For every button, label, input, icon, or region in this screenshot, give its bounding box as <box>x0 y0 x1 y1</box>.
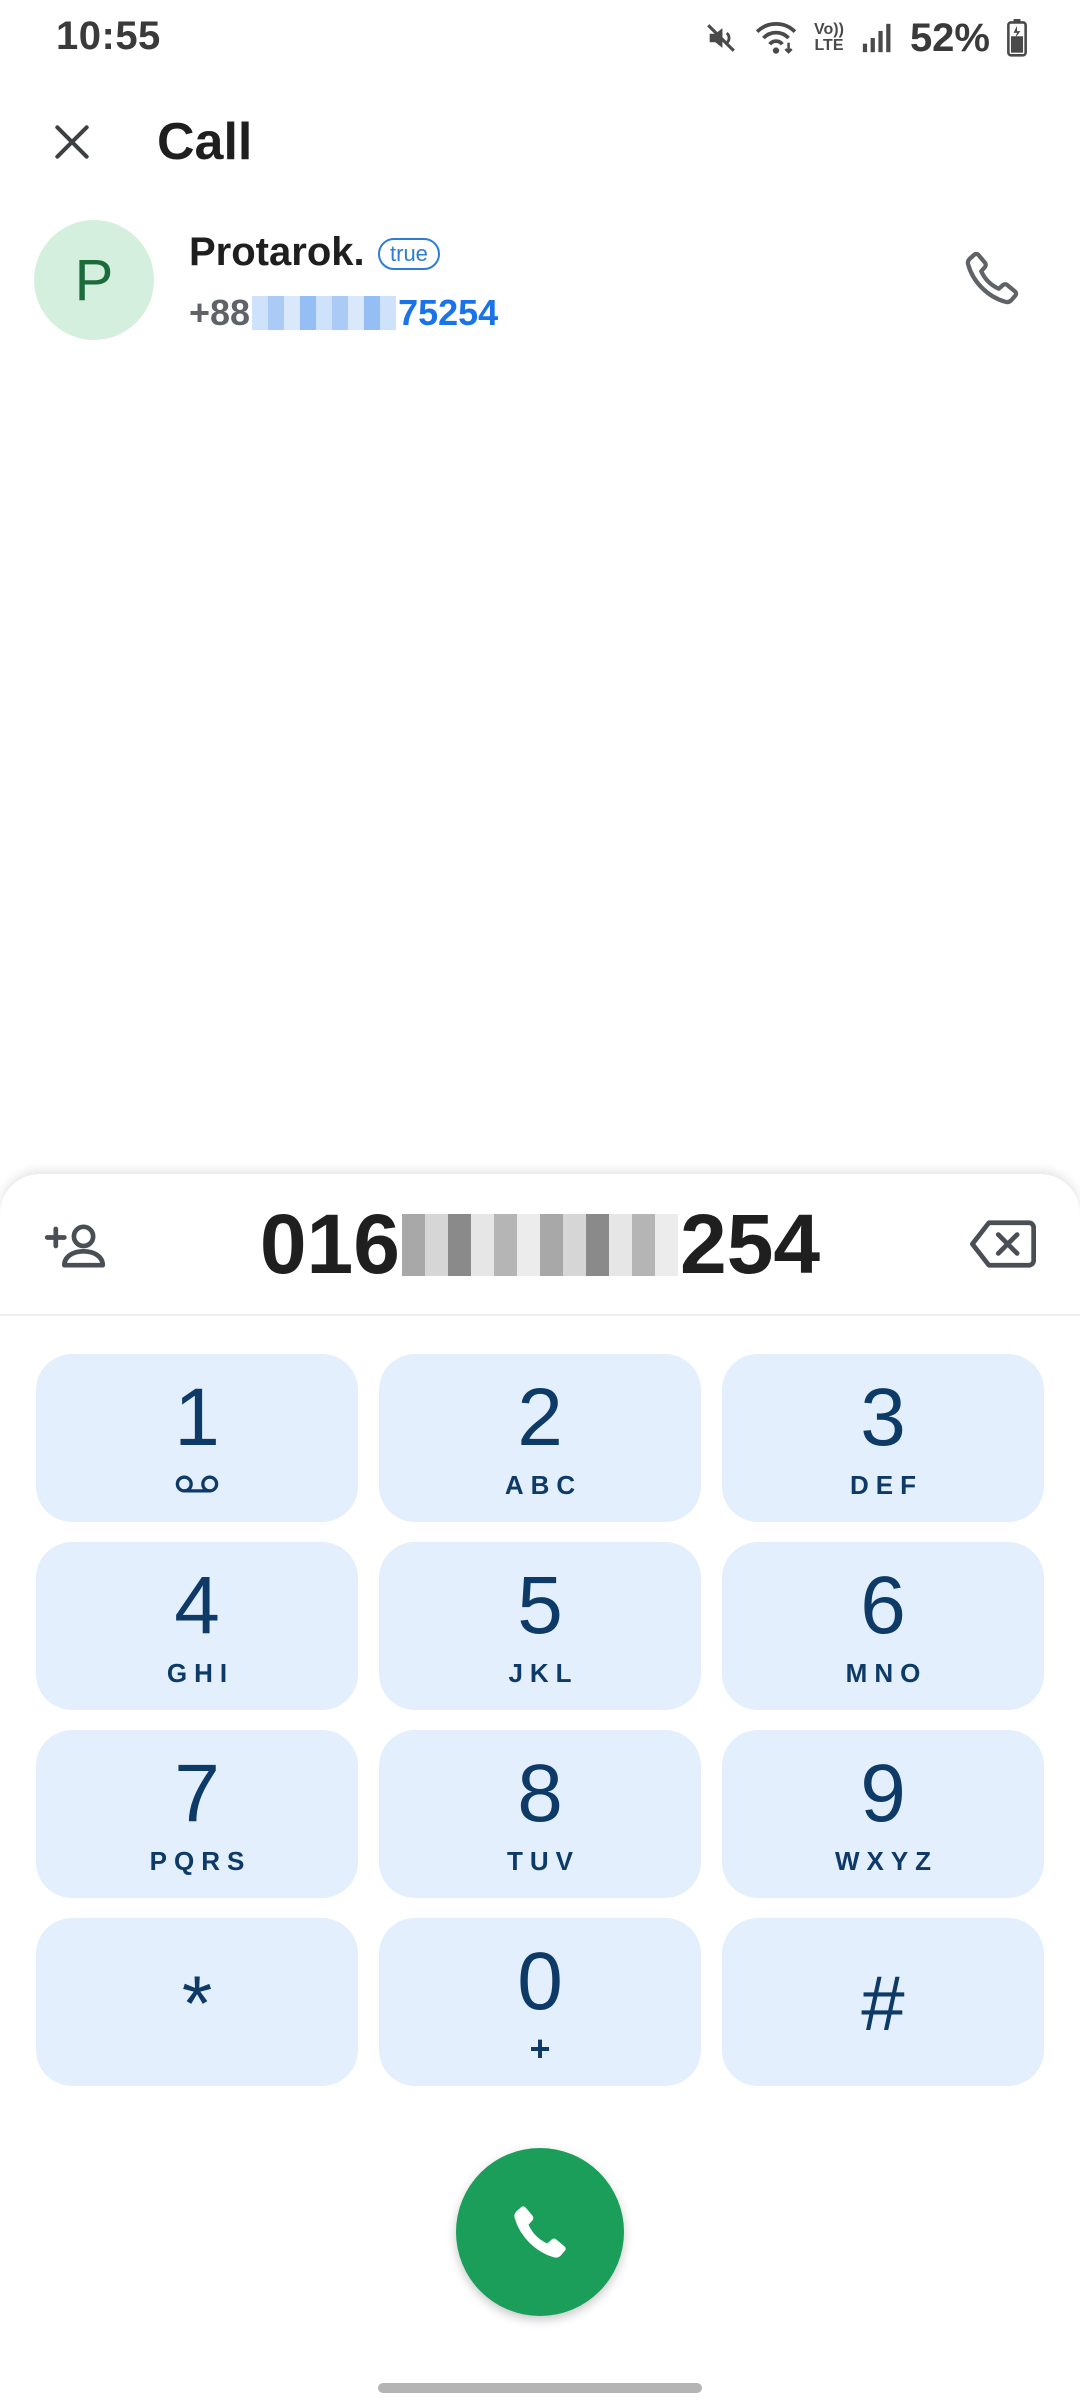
dialed-number-start: 016 <box>259 1197 400 1291</box>
key-digit: 6 <box>860 1560 906 1651</box>
call-button[interactable] <box>456 2148 624 2316</box>
key-digit: 5 <box>517 1560 563 1651</box>
key-star[interactable]: * <box>36 1918 358 2086</box>
key-8[interactable]: 8 TUV <box>379 1730 701 1898</box>
key-digit: 2 <box>517 1372 563 1463</box>
key-9[interactable]: 9 WXYZ <box>722 1730 1044 1898</box>
page-title: Call <box>157 113 253 171</box>
contact-name: Protarok. <box>189 230 365 274</box>
key-hash[interactable]: # <box>722 1918 1044 2086</box>
dial-sheet: 016 254 1 2 ABC 3 DEF 4 GHI 5 JKL 6 MNO … <box>0 1174 1080 2408</box>
key-digit: 4 <box>174 1560 220 1651</box>
phone-icon <box>514 2206 566 2258</box>
dialed-number[interactable]: 016 254 <box>0 1196 1080 1293</box>
key-letters: TUV <box>507 1846 580 1876</box>
phone-icon <box>965 251 1019 305</box>
status-time: 10:55 <box>56 14 161 58</box>
mute-icon <box>707 24 735 52</box>
status-bar: 10:55 Vo)) LTE 52% <box>0 0 1080 72</box>
key-letters: WXYZ <box>834 1846 939 1876</box>
volte-label-top: Vo)) <box>814 21 844 38</box>
close-button[interactable] <box>44 114 100 170</box>
dial-display: 016 254 <box>0 1174 1080 1316</box>
key-2[interactable]: 2 ABC <box>379 1354 701 1522</box>
voicemail-icon <box>175 1475 219 1493</box>
key-3[interactable]: 3 DEF <box>722 1354 1044 1522</box>
avatar: P <box>34 220 154 340</box>
contact-number: +88 75254 <box>189 292 498 334</box>
key-digit: # <box>861 1959 905 2047</box>
battery-percent: 52% <box>909 15 990 60</box>
key-letters: + <box>529 2028 551 2069</box>
key-6[interactable]: 6 MNO <box>722 1542 1044 1710</box>
top-app-bar: Call <box>0 96 1080 186</box>
volte-label-bottom: LTE <box>814 37 844 54</box>
key-digit: 8 <box>517 1748 563 1839</box>
key-digit: 3 <box>860 1372 906 1463</box>
backspace-button[interactable] <box>968 1216 1038 1272</box>
close-icon <box>55 125 89 159</box>
key-digit: 7 <box>174 1748 220 1839</box>
contact-call-button[interactable] <box>956 242 1028 314</box>
status-icons: Vo)) LTE 52% <box>704 16 1028 60</box>
key-digit: 0 <box>517 1936 563 2027</box>
key-7[interactable]: 7 PQRS <box>36 1730 358 1898</box>
key-letters: ABC <box>504 1470 583 1500</box>
key-letters: DEF <box>850 1470 923 1500</box>
backspace-icon <box>970 1220 1036 1268</box>
key-5[interactable]: 5 JKL <box>379 1542 701 1710</box>
keypad: 1 2 ABC 3 DEF 4 GHI 5 JKL 6 MNO 7 PQRS 8… <box>36 1354 1044 2086</box>
key-1[interactable]: 1 <box>36 1354 358 1522</box>
contact-suggestion[interactable]: P Protarok. true +88 75254 <box>0 214 1080 344</box>
key-4[interactable]: 4 GHI <box>36 1542 358 1710</box>
redacted-digits <box>402 1213 678 1276</box>
key-letters: PQRS <box>149 1846 252 1876</box>
gesture-nav-handle[interactable] <box>378 2383 702 2393</box>
redacted-digits <box>252 296 397 330</box>
volte-icon: Vo)) LTE <box>814 22 844 54</box>
contact-number-prefix: +88 <box>189 292 251 333</box>
key-digit: * <box>181 1959 213 2047</box>
key-digit: 9 <box>860 1748 906 1839</box>
key-letters: MNO <box>845 1658 928 1688</box>
contact-number-suffix: 75254 <box>398 292 499 333</box>
battery-icon <box>1007 19 1027 57</box>
dialer-screen: 10:55 Vo)) LTE 52% Call P Protarok. true… <box>0 0 1080 2408</box>
dialed-number-end: 254 <box>680 1197 821 1291</box>
key-letters: JKL <box>508 1658 579 1688</box>
wifi-icon <box>755 22 797 54</box>
avatar-letter: P <box>74 247 114 313</box>
signal-icon <box>862 23 891 53</box>
key-0[interactable]: 0 + <box>379 1918 701 2086</box>
key-letters: GHI <box>166 1658 235 1688</box>
contact-badge: true <box>378 238 440 270</box>
key-digit: 1 <box>174 1372 220 1463</box>
